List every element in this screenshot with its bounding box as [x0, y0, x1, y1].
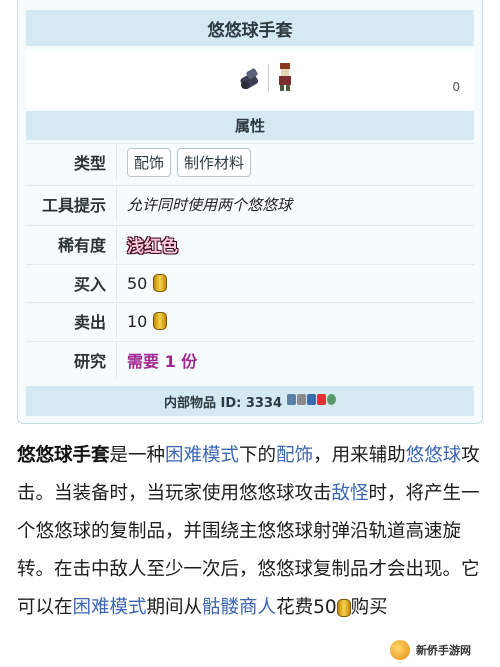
- buy-price: 50: [127, 273, 148, 293]
- skeleton-merchant-npc-icon: [279, 63, 291, 91]
- article-text: 花费50: [276, 597, 337, 618]
- row-value: 需要 1 份: [116, 342, 474, 378]
- row-value: 50: [116, 265, 474, 301]
- internal-id-bar: 内部物品 ID: 3334: [26, 386, 474, 416]
- row-value: 允许同时使用两个悠悠球: [116, 186, 474, 222]
- article-item-name: 悠悠球手套: [17, 445, 110, 466]
- row-label: 稀有度: [57, 236, 106, 255]
- item-infobox: 悠悠球手套 0 属性 类型 配饰 制作材料 工具提示 允许同时使用两个悠悠球 稀…: [17, 0, 483, 424]
- row-label: 买入: [73, 275, 106, 294]
- row-rarity: 稀有度 浅红色: [26, 225, 474, 262]
- image-separator: [268, 64, 269, 92]
- article-text: 是一种: [109, 445, 166, 466]
- sell-price: 10: [127, 311, 148, 331]
- tag-accessory[interactable]: 配饰: [127, 147, 172, 177]
- article-text: 下的: [239, 445, 277, 466]
- item-image-row: 0: [26, 50, 474, 108]
- article-paragraph: 悠悠球手套是一种困难模式下的配饰，用来辅助悠悠球攻击。当装备时，当玩家使用悠悠球…: [17, 437, 487, 627]
- row-research: 研究 需要 1 份: [26, 341, 474, 378]
- watermark-text: 新侨手游网: [416, 644, 471, 657]
- platform-icons: [286, 393, 337, 409]
- infobox-title: 悠悠球手套: [26, 10, 474, 46]
- corner-mark: 0: [452, 80, 460, 94]
- row-label: 卖出: [73, 313, 106, 332]
- research-value: 需要 1 份: [127, 352, 198, 371]
- row-label: 研究: [73, 352, 106, 371]
- row-value: 浅红色: [116, 226, 474, 262]
- article-text: 期间从: [146, 597, 203, 618]
- link-skeleton-merchant[interactable]: 骷髅商人: [202, 597, 276, 618]
- article-text: 购买: [350, 597, 388, 618]
- row-sell: 卖出 10: [26, 302, 474, 339]
- gold-coin-icon: [336, 599, 351, 617]
- row-label: 工具提示: [41, 196, 106, 215]
- site-watermark: 新侨手游网: [384, 636, 496, 664]
- yoyo-glove-item-icon: [240, 68, 259, 90]
- row-value: 10: [116, 303, 474, 339]
- link-hardmode[interactable]: 困难模式: [165, 445, 239, 466]
- watermark-logo-icon: [390, 640, 410, 660]
- row-tooltip: 工具提示 允许同时使用两个悠悠球: [26, 185, 474, 222]
- row-value: 配饰 制作材料: [116, 144, 474, 180]
- link-hardmode[interactable]: 困难模式: [73, 597, 147, 618]
- rarity-value[interactable]: 浅红色: [127, 232, 178, 257]
- link-enemy[interactable]: 敌怪: [332, 483, 369, 504]
- row-type: 类型 配饰 制作材料: [26, 143, 474, 180]
- article-text: ，用来辅助: [313, 445, 406, 466]
- row-buy: 买入 50: [26, 264, 474, 301]
- internal-id-text: 内部物品 ID: 3334: [163, 395, 283, 411]
- tooltip-text: 允许同时使用两个悠悠球: [127, 195, 293, 214]
- link-accessory[interactable]: 配饰: [276, 445, 313, 466]
- gold-coin-icon: [153, 274, 168, 292]
- tag-crafting-material[interactable]: 制作材料: [177, 147, 252, 177]
- link-yoyo[interactable]: 悠悠球: [406, 445, 462, 466]
- gold-coin-icon: [153, 312, 168, 330]
- row-label: 类型: [73, 154, 106, 173]
- section-title-attributes: 属性: [26, 111, 474, 140]
